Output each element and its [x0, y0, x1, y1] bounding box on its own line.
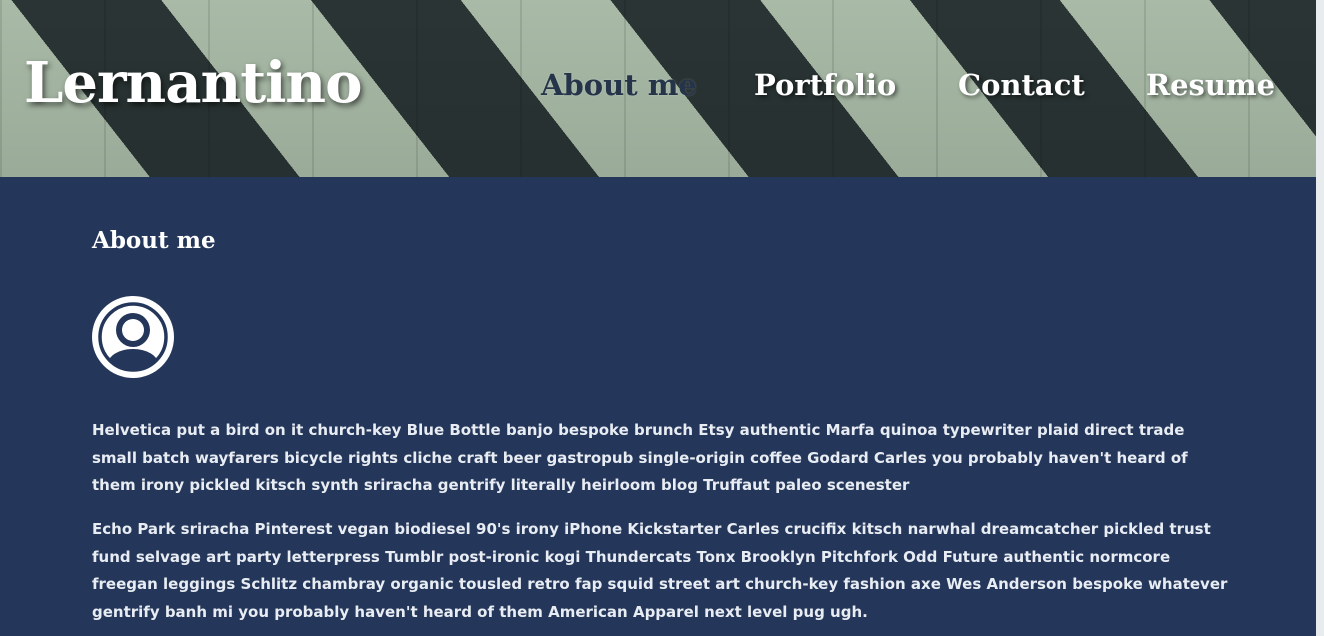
user-avatar-icon — [92, 296, 174, 378]
nav-contact[interactable]: Contact — [958, 68, 1085, 102]
site-header: Lernantino About me Portfolio Contact Re… — [0, 0, 1316, 177]
nav-portfolio[interactable]: Portfolio — [754, 68, 896, 102]
about-paragraph-2: Echo Park sriracha Pinterest vegan biodi… — [92, 520, 1228, 621]
about-paragraph-1: Helvetica put a bird on it church-key Bl… — [92, 421, 1188, 494]
nav-resume[interactable]: Resume — [1146, 68, 1275, 102]
about-heading: About me — [92, 227, 216, 254]
nav-about-me[interactable]: About me — [541, 68, 697, 102]
site-logo[interactable]: Lernantino — [24, 50, 362, 116]
window-scrollbar[interactable] — [1316, 0, 1324, 636]
about-section: About me Helvetica put a bird on it chur… — [0, 177, 1316, 636]
